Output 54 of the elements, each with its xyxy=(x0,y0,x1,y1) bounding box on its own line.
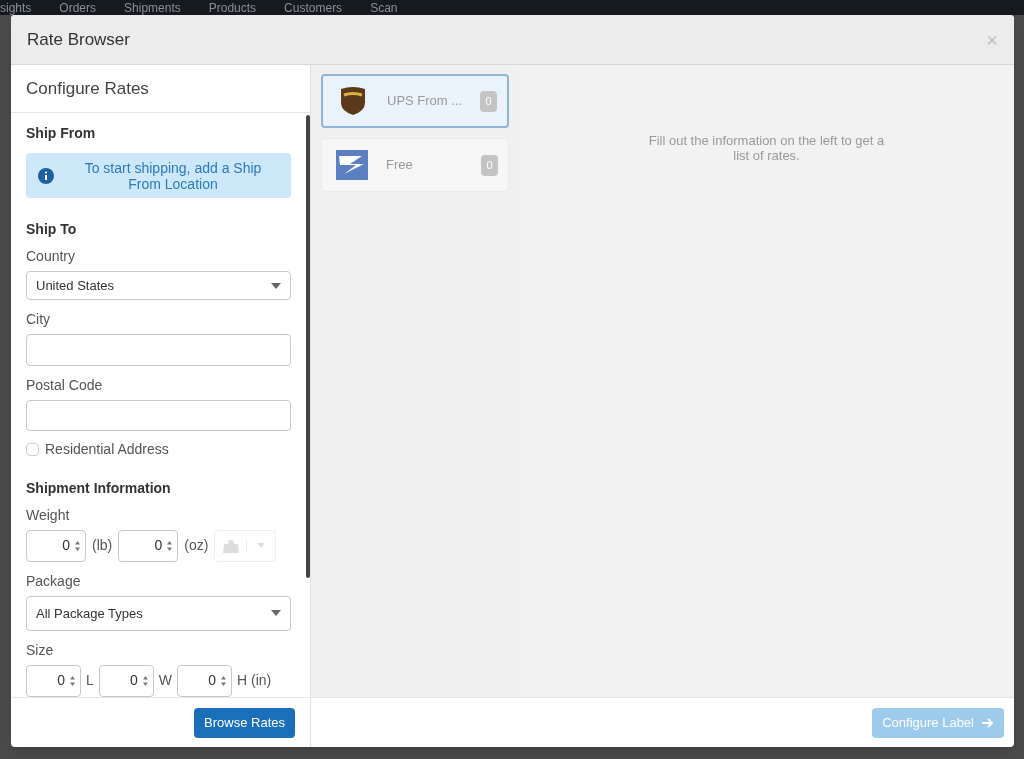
number-field[interactable]: 0 xyxy=(26,665,81,697)
package-select[interactable]: All Package Types xyxy=(26,596,291,631)
caret-icon xyxy=(271,610,281,617)
section-heading: Ship From xyxy=(26,124,97,143)
spinner-arrows-icon[interactable] xyxy=(141,674,149,688)
spinner-arrows-icon[interactable] xyxy=(69,674,76,688)
checkbox[interactable] xyxy=(26,443,39,456)
field-label: Postal Code xyxy=(26,375,104,395)
rates-message: Fill out the information on the left to get a list of rates. xyxy=(647,133,886,165)
unit-label: (lb) xyxy=(92,536,113,556)
nav-link[interactable]: Shipments xyxy=(124,0,181,15)
info-icon xyxy=(38,167,54,184)
field-label: Package xyxy=(26,572,82,591)
unit-label: (oz) xyxy=(184,536,209,556)
carrier-name: UPS From ... xyxy=(387,92,464,111)
section-heading: Ship To xyxy=(26,220,78,240)
unit-label: W xyxy=(158,671,172,691)
shield-logo-icon xyxy=(340,86,366,116)
notice-text: To start shipping, add a Ship From Location xyxy=(83,159,263,192)
postal-code-field[interactable] xyxy=(26,399,291,431)
field-label: Country xyxy=(26,247,77,267)
unit-label: H (in) xyxy=(237,671,272,691)
eagle-logo-icon xyxy=(336,150,368,180)
nav-link[interactable]: Scan xyxy=(370,0,398,15)
spinner-arrows-icon[interactable] xyxy=(166,539,174,553)
browse-rates-button[interactable]: Browse Rates xyxy=(194,707,295,738)
nav-link[interactable]: Products xyxy=(208,0,257,15)
scrollbar-thumb[interactable] xyxy=(306,115,310,578)
nav-link[interactable]: sights xyxy=(0,0,32,15)
carrier-name: Free xyxy=(386,156,414,175)
unit-label: L xyxy=(86,671,94,691)
caret-icon xyxy=(271,282,281,289)
field-label: Size xyxy=(26,641,55,660)
spinner-arrows-icon[interactable] xyxy=(220,674,227,688)
nav-link[interactable]: Orders xyxy=(59,0,97,15)
spinner-arrows-icon[interactable] xyxy=(74,539,81,553)
number-field[interactable]: 0 xyxy=(118,530,179,562)
count-badge: 0 xyxy=(481,154,498,176)
country-select[interactable]: United States xyxy=(26,271,291,301)
field-label: City xyxy=(26,310,52,330)
caret-icon xyxy=(257,543,266,549)
checkbox-label: Residential Address xyxy=(45,440,169,459)
number-field[interactable]: 0 xyxy=(98,665,154,697)
city-field[interactable] xyxy=(26,334,291,366)
number-field[interactable]: 0 xyxy=(177,665,232,697)
window-title: Rate Browser xyxy=(27,28,130,51)
weight-icon xyxy=(222,539,239,553)
section-heading: Shipment Information xyxy=(26,479,172,498)
nav-link[interactable]: Customers xyxy=(284,0,343,15)
count-badge: 0 xyxy=(480,90,497,112)
panel-title: Configure Rates xyxy=(26,77,149,100)
number-field[interactable]: 0 xyxy=(26,530,86,562)
field-label: Weight xyxy=(26,506,71,525)
arrow-right-icon xyxy=(982,717,994,728)
